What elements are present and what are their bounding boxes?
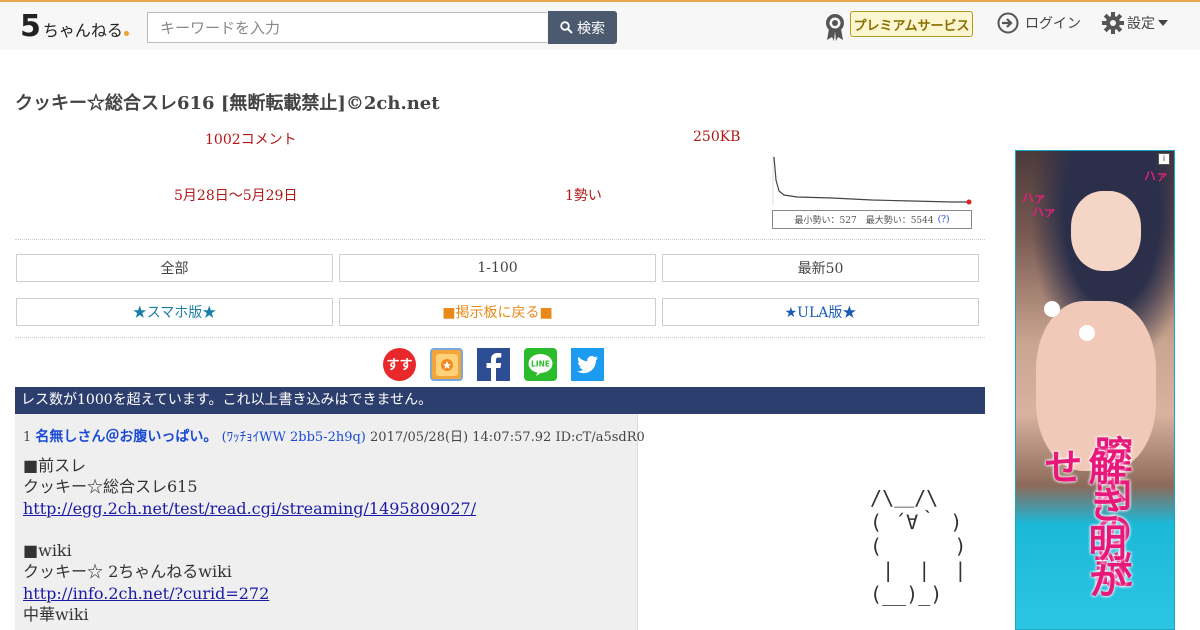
- svg-text:すす: すす: [386, 358, 412, 373]
- post-line: 中華wiki: [23, 605, 89, 625]
- settings-menu[interactable]: 設定: [1102, 11, 1168, 35]
- search-icon: [560, 21, 573, 34]
- search-input[interactable]: キーワードを入力: [147, 12, 547, 43]
- ad-censor-dot: [1044, 301, 1060, 317]
- nav-latest-button[interactable]: 最新50: [662, 254, 979, 282]
- date-range: 5月28日〜5月29日: [174, 188, 298, 204]
- gear-icon: [1102, 12, 1124, 34]
- advertisement[interactable]: ハァ ハァ ハァ 膣内の謎 解き明かせ i: [1015, 150, 1175, 630]
- post-1: 1 名無しさん＠お腹いっぱい。 (ﾜｯﾁｮｲWW 2bb5-2h9q) 2017…: [15, 414, 645, 630]
- login-label: ログイン: [1025, 16, 1081, 32]
- momentum-caption-text: 最小勢い：527 最大勢い：5544: [794, 216, 934, 226]
- ad-censor-dot: [1079, 325, 1095, 341]
- nav-all-button[interactable]: 全部: [16, 254, 333, 282]
- post-link[interactable]: http://info.2ch.net/?curid=272: [23, 584, 269, 603]
- post-line-blank: [23, 519, 476, 540]
- post-header: 1 名無しさん＠お腹いっぱい。 (ﾜｯﾁｮｲWW 2bb5-2h9q) 2017…: [23, 426, 645, 446]
- post-line: クッキー☆ 2ちゃんねるwiki: [23, 562, 232, 582]
- info-icon[interactable]: i: [1158, 153, 1170, 165]
- momentum-help-link[interactable]: (?): [938, 215, 950, 225]
- logo-five: 5: [20, 9, 41, 44]
- post-author-name[interactable]: 名無しさん＠お腹いっぱい。: [35, 429, 217, 445]
- divider: [15, 239, 985, 240]
- ula-version-link[interactable]: ★ULA版★: [662, 298, 979, 326]
- site-logo[interactable]: 5 ちゃんねる: [20, 10, 129, 42]
- search-button[interactable]: 検索: [548, 11, 617, 44]
- post-number: 1: [23, 430, 32, 445]
- twitter-icon[interactable]: [571, 348, 604, 381]
- search-button-label: 検索: [577, 20, 605, 37]
- ad-illustration-face: [1071, 191, 1141, 271]
- facebook-icon[interactable]: [477, 348, 510, 381]
- line-icon[interactable]: LINE: [524, 348, 557, 381]
- post-line: ■前スレ: [23, 456, 87, 475]
- login-icon: [997, 12, 1019, 34]
- post-date: 2017/05/28(日) 14:07:57.92: [370, 430, 552, 445]
- thread-title: クッキー☆総合スレ616 [無断転載禁止]©2ch.net: [15, 93, 440, 114]
- momentum-caption: 最小勢い：527 最大勢い：5544 (?): [772, 210, 972, 229]
- site-header: 5 ちゃんねる キーワードを入力 検索 プレミアムサービス ログイン 設定: [0, 2, 1200, 50]
- logo-text: ちゃんねる: [42, 21, 123, 40]
- thread-full-banner: レス数が1000を超えています。これ以上書き込みはできません。: [15, 387, 985, 414]
- svg-text:LINE: LINE: [531, 360, 550, 369]
- nav-range-button[interactable]: 1-100: [339, 254, 656, 282]
- smartphone-version-link[interactable]: ★スマホ版★: [16, 298, 333, 326]
- divider: [15, 337, 985, 338]
- premium-service-button[interactable]: プレミアムサービス: [850, 11, 973, 37]
- post-line: ■wiki: [23, 541, 72, 561]
- post-line: クッキー☆総合スレ615: [23, 477, 198, 497]
- susu-icon[interactable]: すす: [383, 348, 416, 381]
- post-link[interactable]: http://egg.2ch.net/test/read.cgi/streami…: [23, 499, 476, 518]
- ad-caption: ハァ: [1032, 205, 1057, 219]
- post-body: ■前スレ クッキー☆総合スレ615 http://egg.2ch.net/tes…: [23, 455, 476, 625]
- post-id[interactable]: ID:cT/a5sdR0: [555, 430, 644, 445]
- settings-label: 設定: [1127, 16, 1155, 32]
- comment-count: 1002コメント: [205, 132, 297, 148]
- momentum: 1勢い: [565, 188, 602, 204]
- post-trip: (ﾜｯﾁｮｲWW 2bb5-2h9q): [221, 430, 366, 445]
- ad-caption: ハァ: [1144, 169, 1169, 183]
- login-link[interactable]: ログイン: [997, 11, 1081, 35]
- back-to-board-link[interactable]: ■掲示板に戻る■: [339, 298, 656, 326]
- ad-subheadline: 解き明かせ: [1038, 447, 1126, 599]
- award-icon: [826, 14, 844, 41]
- logo-dot: [123, 31, 129, 36]
- ascii-art: /\＿/\ ( ´∀｀ ) ( ) | | | (__)_): [870, 486, 967, 606]
- thread-size: 250KB: [693, 129, 741, 145]
- chevron-down-icon: [1158, 20, 1168, 26]
- bookmark-icon[interactable]: [430, 348, 463, 381]
